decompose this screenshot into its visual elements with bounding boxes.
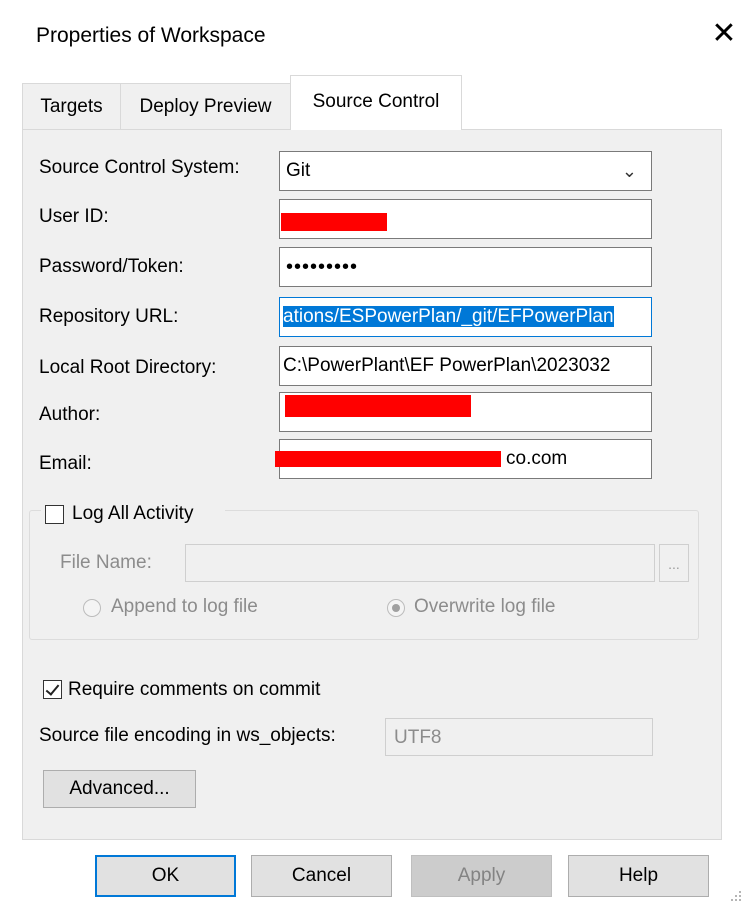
tab-deploy-preview[interactable]: Deploy Preview — [120, 83, 291, 129]
source-control-system-select[interactable]: Git ⌄ — [279, 151, 652, 191]
require-comments-label[interactable]: Require comments on commit — [68, 679, 320, 701]
require-comments-checkbox[interactable] — [43, 680, 62, 699]
repository-url-label: Repository URL: — [39, 306, 179, 327]
browse-button[interactable]: ... — [659, 544, 689, 582]
author-redaction — [285, 395, 471, 417]
author-label: Author: — [39, 404, 101, 425]
append-radio[interactable] — [83, 599, 101, 617]
file-name-label: File Name: — [60, 552, 152, 573]
password-label: Password/Token: — [39, 256, 184, 277]
tab-source-control[interactable]: Source Control — [290, 75, 462, 130]
file-name-field[interactable] — [185, 544, 655, 582]
log-all-activity-checkbox[interactable] — [45, 505, 64, 524]
chevron-down-icon: ⌄ — [621, 161, 637, 181]
encoding-field[interactable]: UTF8 — [385, 718, 653, 756]
repository-url-value: ations/ESPowerPlan/_git/EFPowerPlan — [283, 306, 614, 327]
tab-strip: Targets Deploy Preview Source Control — [22, 75, 722, 130]
email-redaction — [275, 451, 501, 467]
apply-button[interactable]: Apply — [411, 855, 552, 897]
log-all-activity-label[interactable]: Log All Activity — [72, 503, 193, 525]
source-control-system-value: Git — [286, 160, 311, 181]
encoding-label: Source file encoding in ws_objects: — [39, 725, 336, 746]
resize-grip-icon[interactable] — [729, 889, 743, 903]
password-field[interactable]: ••••••••• — [279, 247, 652, 287]
overwrite-label[interactable]: Overwrite log file — [414, 596, 556, 618]
user-id-redaction — [281, 213, 387, 231]
ok-button[interactable]: OK — [95, 855, 236, 897]
advanced-button[interactable]: Advanced... — [43, 770, 196, 808]
repository-url-field[interactable]: ations/ESPowerPlan/_git/EFPowerPlan — [279, 297, 652, 337]
tab-targets[interactable]: Targets — [22, 83, 121, 129]
user-id-label: User ID: — [39, 206, 109, 227]
dialog-title: Properties of Workspace — [36, 24, 266, 47]
source-control-system-label: Source Control System: — [39, 157, 240, 178]
append-label[interactable]: Append to log file — [111, 596, 258, 618]
help-button[interactable]: Help — [568, 855, 709, 897]
overwrite-radio[interactable] — [387, 599, 405, 617]
log-activity-header: Log All Activity — [41, 502, 225, 526]
close-icon[interactable]: ✕ — [706, 16, 742, 52]
local-root-directory-field[interactable]: C:\PowerPlant\EF PowerPlan\2023032 — [279, 346, 652, 386]
local-root-directory-label: Local Root Directory: — [39, 357, 217, 378]
cancel-button[interactable]: Cancel — [251, 855, 392, 897]
source-control-panel: Source Control System: Git ⌄ User ID: Pa… — [22, 129, 722, 840]
email-label: Email: — [39, 453, 92, 474]
